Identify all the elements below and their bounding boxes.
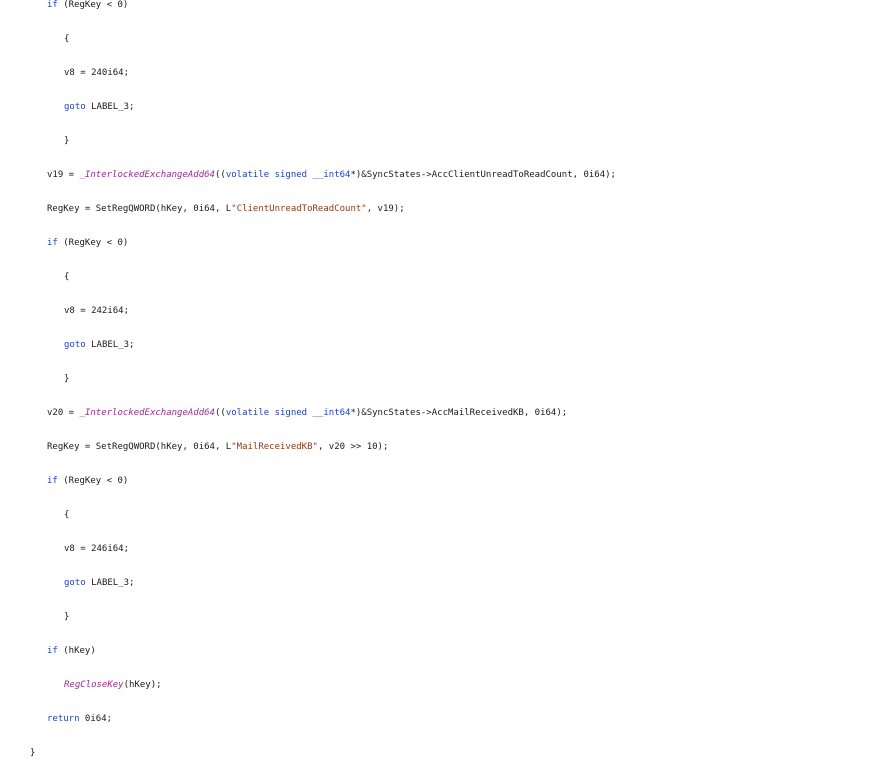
code-line: v8 = 240i64; xyxy=(0,66,129,80)
code-token: (RegKey < 0) xyxy=(57,238,129,248)
code-token: , v20 >> 10); xyxy=(317,442,389,452)
code-line: } xyxy=(0,134,69,148)
code-line: goto LABEL_3; xyxy=(0,338,134,352)
code-line: if (hKey) xyxy=(0,644,96,658)
code-token: RegKey = SetRegQWORD(hKey, 0i64, L xyxy=(47,442,232,452)
function-token: RegCloseKey xyxy=(64,680,124,690)
code-line: v8 = 242i64; xyxy=(0,304,129,318)
code-token: *)&SyncStates->AccClientUnreadToReadCoun… xyxy=(350,170,616,180)
code-line: v8 = 246i64; xyxy=(0,542,129,556)
code-token: (RegKey < 0) xyxy=(57,476,129,486)
code-line: } xyxy=(0,372,69,386)
code-token: 0i64; xyxy=(79,714,113,724)
code-line: goto LABEL_3; xyxy=(0,576,134,590)
keyword-token: goto xyxy=(64,578,86,588)
code-line: goto LABEL_3; xyxy=(0,100,134,114)
keyword-token: if xyxy=(47,238,58,248)
code-token: *)&SyncStates->AccMailReceivedKB, 0i64); xyxy=(350,408,568,418)
code-line: RegKey = SetRegQWORD(hKey, 0i64, L"Clien… xyxy=(0,202,405,216)
code-token: } xyxy=(64,612,70,622)
code-token: LABEL_3; xyxy=(85,340,135,350)
keyword-token: if xyxy=(47,476,58,486)
code-line: if (RegKey < 0) xyxy=(0,236,128,250)
keyword-token: if xyxy=(47,646,58,656)
keyword-token: volatile signed __int64 xyxy=(225,170,351,180)
code-token: v20 = xyxy=(47,408,80,418)
code-token: (hKey); xyxy=(123,680,162,690)
code-line: if (RegKey < 0) xyxy=(0,0,128,12)
code-line: { xyxy=(0,508,69,522)
code-token: LABEL_3; xyxy=(85,578,135,588)
code-token: (( xyxy=(214,408,226,418)
code-line: RegCloseKey(hKey); xyxy=(0,678,162,692)
code-line: } xyxy=(0,746,35,760)
code-token: } xyxy=(64,136,70,146)
code-line: { xyxy=(0,270,69,284)
function-token: _InterlockedExchangeAdd64 xyxy=(79,170,215,180)
code-token: { xyxy=(64,272,70,282)
keyword-token: goto xyxy=(64,340,86,350)
code-line: RegKey = SetRegQWORD(hKey, 0i64, L"MailR… xyxy=(0,440,388,454)
code-token: { xyxy=(64,34,70,44)
code-token: { xyxy=(64,510,70,520)
code-line: v19 = _InterlockedExchangeAdd64((volatil… xyxy=(0,168,616,182)
code-token: LABEL_3; xyxy=(85,102,135,112)
keyword-token: if xyxy=(47,0,58,10)
code-token: (( xyxy=(214,170,226,180)
code-token: RegKey = SetRegQWORD(hKey, 0i64, L xyxy=(47,204,232,214)
code-token: } xyxy=(30,748,36,758)
keyword-token: return xyxy=(47,714,80,724)
code-token: (RegKey < 0) xyxy=(57,0,129,10)
keyword-token: volatile signed __int64 xyxy=(225,408,351,418)
code-line: if (RegKey < 0) xyxy=(0,474,128,488)
code-line: { xyxy=(0,32,69,46)
code-token: (hKey) xyxy=(57,646,96,656)
code-line: v20 = _InterlockedExchangeAdd64((volatil… xyxy=(0,406,567,420)
code-token: v8 = 240i64; xyxy=(64,68,130,78)
code-token: v8 = 242i64; xyxy=(64,306,130,316)
code-line: } xyxy=(0,610,69,624)
code-view: if (RegKey < 0) { v8 = 240i64; goto LABEL_3… xyxy=(0,0,872,776)
code-token: } xyxy=(64,374,70,384)
code-line: return 0i64; xyxy=(0,712,112,726)
code-token: , v19); xyxy=(366,204,405,214)
keyword-token: goto xyxy=(64,102,86,112)
function-token: _InterlockedExchangeAdd64 xyxy=(79,408,215,418)
code-token: v8 = 246i64; xyxy=(64,544,130,554)
string-token: "ClientUnreadToReadCount" xyxy=(231,204,367,214)
code-token: v19 = xyxy=(47,170,80,180)
string-token: "MailReceivedKB" xyxy=(231,442,318,452)
